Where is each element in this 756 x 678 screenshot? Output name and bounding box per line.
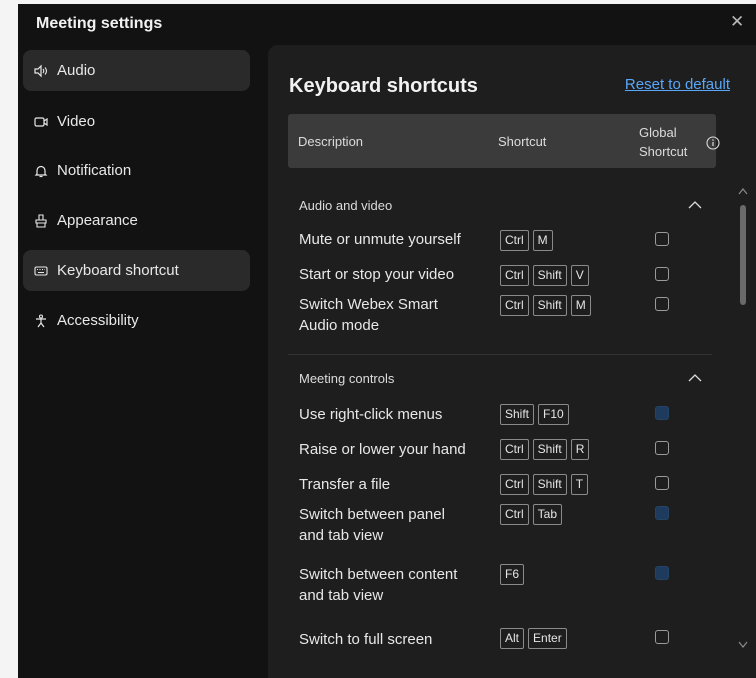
section-title-audio-and-video: Audio and video xyxy=(299,198,393,213)
shortcut-keys: Ctrl Shift T xyxy=(500,474,589,495)
table-header: Description Shortcut Global Shortcut xyxy=(288,114,720,168)
key-cap: Ctrl xyxy=(500,230,529,251)
key-cap: M xyxy=(532,230,553,251)
speaker-icon xyxy=(34,64,48,78)
description-line: Use right-click menus xyxy=(299,406,443,423)
key-cap: T xyxy=(570,474,589,495)
column-header-global-line2: Shortcut xyxy=(639,144,688,159)
description-line: Switch to full screen xyxy=(299,631,433,648)
shortcut-keys: Ctrl Shift M xyxy=(500,295,591,316)
description-line: Switch Webex Smart xyxy=(299,296,438,313)
column-header-shortcut: Shortcut xyxy=(498,134,547,149)
global-shortcut-checkbox[interactable] xyxy=(655,630,669,644)
keyboard-icon xyxy=(34,264,48,278)
description-line: Audio mode xyxy=(299,317,380,334)
shortcut-description: Transfer a file xyxy=(299,474,484,495)
shortcut-description: Raise or lower your hand xyxy=(299,439,484,460)
key-cap: R xyxy=(570,439,590,460)
column-header-global-line1: Global xyxy=(639,125,677,140)
shortcut-keys: Ctrl Shift R xyxy=(500,439,590,460)
global-shortcut-checkbox[interactable] xyxy=(655,232,669,246)
keyboard-shortcuts-panel: Keyboard shortcuts Reset to default Desc… xyxy=(268,45,756,678)
description-line: Start or stop your video xyxy=(299,266,455,283)
sidebar-item-video[interactable]: Video xyxy=(23,101,250,142)
key-cap: Ctrl xyxy=(500,265,529,286)
paint-brush-icon xyxy=(34,213,48,228)
description-line: and tab view xyxy=(299,587,384,604)
global-shortcut-checkbox[interactable] xyxy=(655,267,669,281)
chevron-up-icon[interactable] xyxy=(688,200,702,210)
chevron-up-icon[interactable] xyxy=(688,373,702,383)
shortcut-keys: Ctrl M xyxy=(500,230,553,251)
shortcut-description: Switch to full screen xyxy=(299,629,484,650)
info-icon[interactable] xyxy=(706,136,720,153)
shortcut-description: Switch between panel and tab view xyxy=(299,504,484,546)
global-shortcut-checkbox[interactable] xyxy=(655,506,669,520)
window-title: Meeting settings xyxy=(36,15,163,32)
accessibility-icon xyxy=(34,313,48,328)
key-cap: Shift xyxy=(532,474,567,495)
key-cap: Tab xyxy=(532,504,563,525)
close-icon[interactable]: ✕ xyxy=(730,12,744,32)
key-cap: Shift xyxy=(532,265,567,286)
sidebar-item-label: Appearance xyxy=(57,212,138,229)
global-shortcut-checkbox[interactable] xyxy=(655,476,669,490)
shortcut-description: Mute or unmute yourself xyxy=(299,229,484,250)
key-cap: F6 xyxy=(500,564,525,585)
sidebar-item-label: Notification xyxy=(57,162,132,179)
description-line: Mute or unmute yourself xyxy=(299,231,461,248)
description-line: Switch between panel xyxy=(299,506,445,523)
shortcut-description: Start or stop your video xyxy=(299,264,484,285)
global-shortcut-checkbox[interactable] xyxy=(655,566,669,580)
global-shortcut-checkbox[interactable] xyxy=(655,406,669,420)
shortcut-description: Use right-click menus xyxy=(299,404,484,425)
sidebar-item-keyboard-shortcut[interactable]: Keyboard shortcut xyxy=(23,250,250,291)
key-cap: Ctrl xyxy=(500,504,529,525)
global-shortcut-checkbox[interactable] xyxy=(655,297,669,311)
section-divider xyxy=(288,354,712,355)
key-cap: Ctrl xyxy=(500,439,529,460)
meeting-settings-window: Meeting settings ✕ Audio Video Notificat… xyxy=(18,4,756,678)
panel-title: Keyboard shortcuts xyxy=(289,75,478,97)
reset-to-default-link[interactable]: Reset to default xyxy=(625,76,730,93)
sidebar-item-audio[interactable]: Audio xyxy=(23,50,250,91)
sidebar-item-label: Accessibility xyxy=(57,312,139,329)
description-line: Raise or lower your hand xyxy=(299,441,466,458)
shortcut-keys: Shift F10 xyxy=(500,404,569,425)
scrollbar-thumb[interactable] xyxy=(740,205,746,305)
key-cap: Shift xyxy=(500,404,535,425)
sidebar-item-label: Keyboard shortcut xyxy=(57,262,179,279)
key-cap: Ctrl xyxy=(500,295,529,316)
key-cap: V xyxy=(570,265,589,286)
video-camera-icon xyxy=(34,115,48,129)
scroll-up-icon[interactable] xyxy=(738,187,748,195)
shortcut-description: Switch between content and tab view xyxy=(299,564,484,606)
sidebar-item-label: Audio xyxy=(57,62,96,79)
sidebar-item-appearance[interactable]: Appearance xyxy=(23,200,250,241)
description-line: Transfer a file xyxy=(299,476,391,493)
global-shortcut-checkbox[interactable] xyxy=(655,441,669,455)
shortcut-keys: Alt Enter xyxy=(500,628,567,649)
scroll-down-icon[interactable] xyxy=(738,641,748,649)
section-title-meeting-controls: Meeting controls xyxy=(299,371,395,386)
key-cap: F10 xyxy=(538,404,569,425)
description-line: Switch between content xyxy=(299,566,458,583)
key-cap: Alt xyxy=(500,628,525,649)
shortcut-keys: Ctrl Shift V xyxy=(500,265,589,286)
sidebar-item-accessibility[interactable]: Accessibility xyxy=(23,300,250,341)
key-cap: Shift xyxy=(532,295,567,316)
shortcut-keys: F6 xyxy=(500,564,525,585)
shortcut-description: Switch Webex Smart Audio mode xyxy=(299,294,484,336)
key-cap: Ctrl xyxy=(500,474,529,495)
sidebar-item-label: Video xyxy=(57,113,96,130)
key-cap: Enter xyxy=(528,628,567,649)
key-cap: M xyxy=(570,295,591,316)
bell-icon xyxy=(34,164,48,178)
description-line: and tab view xyxy=(299,527,384,544)
sidebar-item-notification[interactable]: Notification xyxy=(23,150,250,191)
column-header-description: Description xyxy=(298,134,364,149)
shortcut-keys: Ctrl Tab xyxy=(500,504,563,525)
key-cap: Shift xyxy=(532,439,567,460)
